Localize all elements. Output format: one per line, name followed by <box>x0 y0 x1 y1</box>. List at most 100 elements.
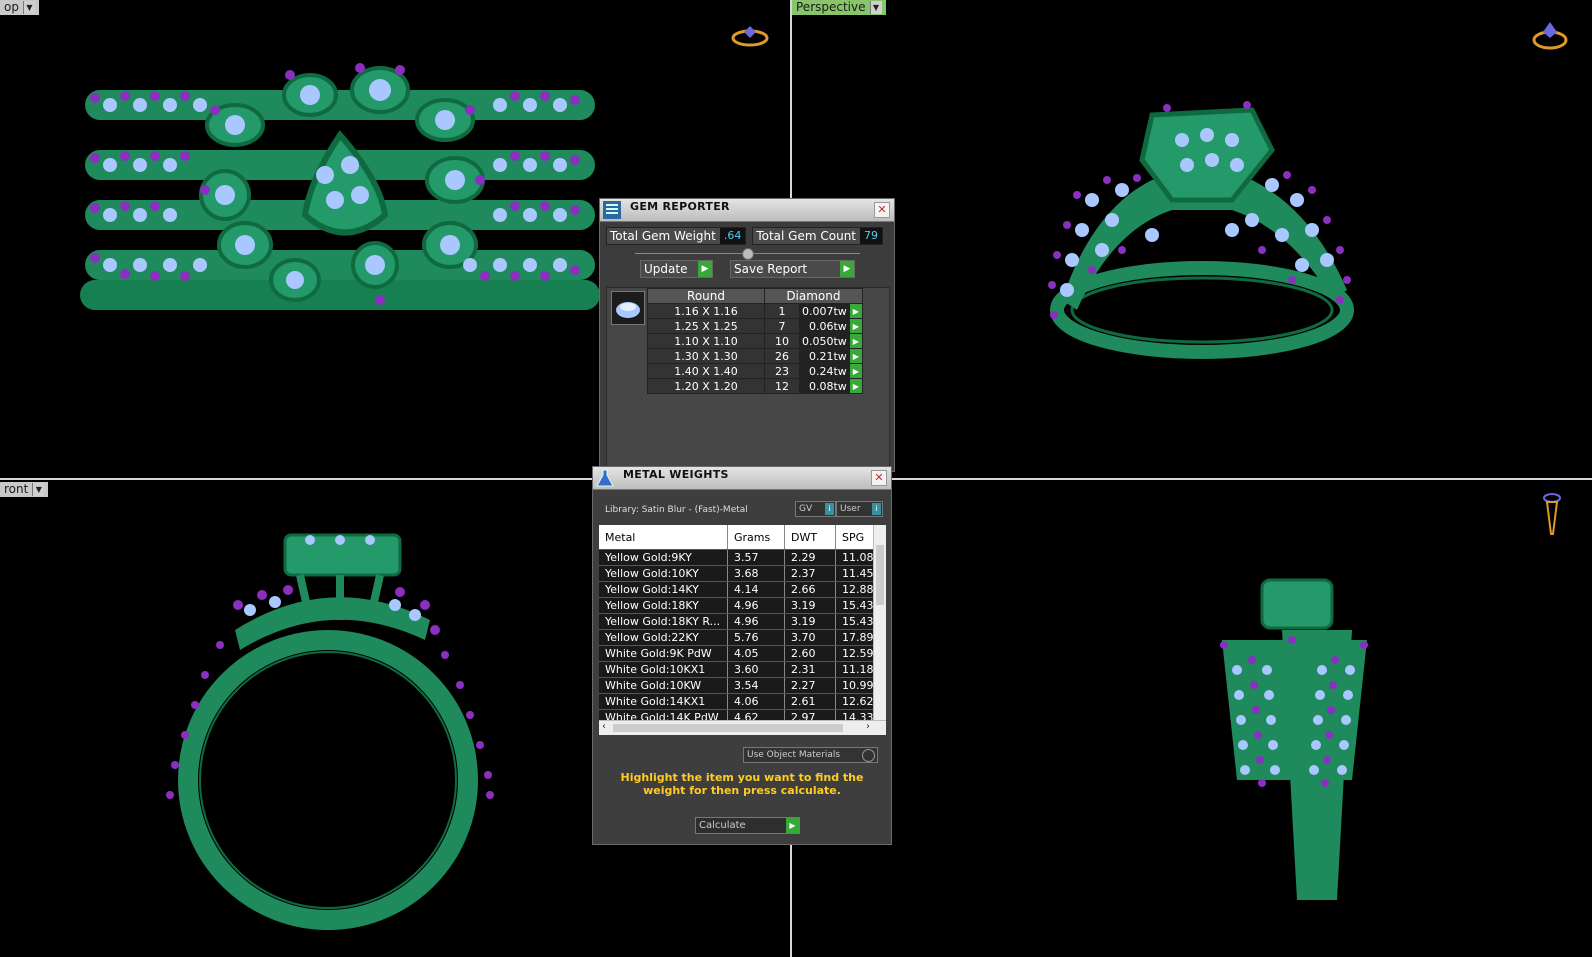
metal-row[interactable]: White Gold:9K PdW 4.05 2.60 12.59 <box>599 645 879 662</box>
gem-reporter-icon <box>603 201 621 219</box>
scroll-left-icon[interactable]: ‹ <box>602 721 606 732</box>
gem-count: 1 <box>764 303 800 319</box>
metal-dwt: 3.19 <box>784 597 836 614</box>
collapse-handle[interactable] <box>742 248 754 260</box>
close-icon[interactable]: ✕ <box>871 470 887 486</box>
view-cube-icon[interactable] <box>1540 490 1564 538</box>
vertical-scrollbar[interactable] <box>873 525 886 721</box>
metal-name: Yellow Gold:18KY R... <box>599 613 728 630</box>
total-gem-weight-value: .64 <box>719 228 746 244</box>
calculate-hint: Highlight the item you want to find the … <box>620 771 864 797</box>
gem-weight: 0.21tw <box>799 348 850 364</box>
gem-reporter-title: GEM REPORTER <box>630 200 730 213</box>
metal-name: White Gold:14KX1 <box>599 693 728 710</box>
front-view-label[interactable]: ront ▼ <box>0 482 49 497</box>
metal-row[interactable]: White Gold:14KX1 4.06 2.61 12.62 <box>599 693 879 710</box>
metal-grams: 4.14 <box>727 581 785 598</box>
gem-row[interactable]: 1.30 X 1.30 26 0.21tw ▶ <box>647 348 863 364</box>
top-view-label[interactable]: op ▼ <box>0 0 39 15</box>
gem-stone-header: Diamond <box>764 288 863 304</box>
metal-dwt: 2.60 <box>784 645 836 662</box>
gem-weight: 0.007tw <box>799 303 850 319</box>
gem-count: 26 <box>764 348 800 364</box>
scroll-thumb[interactable] <box>876 545 884 605</box>
metal-row[interactable]: Yellow Gold:18KY 4.96 3.19 15.43 <box>599 597 879 614</box>
perspective-viewport[interactable] <box>792 0 1592 478</box>
metal-row[interactable]: Yellow Gold:18KY R... 4.96 3.19 15.43 <box>599 613 879 630</box>
gem-reporter-header[interactable]: GEM REPORTER ✕ <box>600 199 894 222</box>
metal-name: White Gold:10KX1 <box>599 661 728 678</box>
gem-row[interactable]: 1.10 X 1.10 10 0.050tw ▶ <box>647 333 863 349</box>
metal-row[interactable]: Yellow Gold:10KY 3.68 2.37 11.45 <box>599 565 879 582</box>
total-gem-count: Total Gem Count 79 <box>752 227 884 245</box>
scroll-right-icon[interactable]: › <box>866 721 870 732</box>
flask-icon <box>596 469 614 487</box>
close-icon[interactable]: ✕ <box>874 202 890 218</box>
column-header-metal[interactable]: Metal <box>599 525 728 550</box>
gem-row[interactable]: 1.20 X 1.20 12 0.08tw ▶ <box>647 378 863 394</box>
metal-row[interactable]: Yellow Gold:14KY 4.14 2.66 12.88 <box>599 581 879 598</box>
view-cube-icon[interactable] <box>1530 18 1570 52</box>
gem-row[interactable]: 1.40 X 1.40 23 0.24tw ▶ <box>647 363 863 379</box>
total-gem-count-value: 79 <box>860 228 883 244</box>
metal-weights-header[interactable]: METAL WEIGHTS ✕ <box>593 467 891 490</box>
metal-dwt: 2.61 <box>784 693 836 710</box>
play-icon[interactable]: ▶ <box>848 303 863 319</box>
play-icon[interactable]: ▶ <box>848 363 863 379</box>
metal-dwt: 2.31 <box>784 661 836 678</box>
chevron-down-icon[interactable]: ▼ <box>869 1 882 14</box>
gem-list: Round Diamond 1.16 X 1.16 1 0.007tw ▶ 1.25 X… <box>606 287 890 467</box>
metal-grams: 4.05 <box>727 645 785 662</box>
metal-name: Yellow Gold:18KY <box>599 597 728 614</box>
metal-dwt: 2.27 <box>784 677 836 694</box>
metal-row[interactable]: Yellow Gold:9KY 3.57 2.29 11.08 <box>599 549 879 566</box>
gv-toggle[interactable]: GV i <box>795 501 836 517</box>
gem-size: 1.10 X 1.10 <box>647 333 765 349</box>
metal-table-header: Metal Grams DWT SPG <box>599 525 879 550</box>
calculate-button[interactable]: Calculate ▶ <box>695 817 800 834</box>
horizontal-scrollbar[interactable]: ‹ › <box>599 720 886 735</box>
perspective-view-label[interactable]: Perspective ▼ <box>792 0 886 15</box>
chevron-down-icon[interactable]: ▼ <box>22 1 35 14</box>
library-label: Library: Satin Blur - (Fast)-Metal <box>605 505 748 515</box>
scroll-thumb[interactable] <box>613 724 843 732</box>
gem-count: 12 <box>764 378 800 394</box>
side-viewport[interactable] <box>792 480 1592 957</box>
gem-totals-row: Total Gem Weight .64 Total Gem Count 79 <box>606 227 884 245</box>
perspective-view-label-text: Perspective <box>796 0 866 14</box>
gem-weight: 0.050tw <box>799 333 850 349</box>
view-cube-icon[interactable] <box>730 24 770 48</box>
radio-icon[interactable] <box>862 749 875 762</box>
save-report-button[interactable]: Save Report ▶ <box>730 260 855 278</box>
gv-toggle-label: GV <box>799 504 813 514</box>
use-object-materials-option[interactable]: Use Object Materials <box>743 747 878 763</box>
metal-grams: 4.96 <box>727 613 785 630</box>
column-header-grams[interactable]: Grams <box>727 525 785 550</box>
gem-count: 10 <box>764 333 800 349</box>
gem-reporter-panel: GEM REPORTER ✕ Total Gem Weight .64 Tota… <box>599 198 895 472</box>
metal-dwt: 3.19 <box>784 613 836 630</box>
metal-row[interactable]: Yellow Gold:22KY 5.76 3.70 17.89 <box>599 629 879 646</box>
play-icon[interactable]: ▶ <box>848 348 863 364</box>
user-toggle[interactable]: User i <box>836 501 883 517</box>
chevron-down-icon[interactable]: ▼ <box>32 483 45 496</box>
metal-row[interactable]: White Gold:10KX1 3.60 2.31 11.18 <box>599 661 879 678</box>
gem-table-header: Round Diamond <box>647 288 863 304</box>
gem-row[interactable]: 1.25 X 1.25 7 0.06tw ▶ <box>647 318 863 334</box>
play-icon[interactable]: ▶ <box>848 378 863 394</box>
total-gem-count-label: Total Gem Count <box>756 229 857 243</box>
column-header-dwt[interactable]: DWT <box>784 525 836 550</box>
play-icon[interactable]: ▶ <box>848 318 863 334</box>
update-button[interactable]: Update ▶ <box>640 260 713 278</box>
gem-size: 1.30 X 1.30 <box>647 348 765 364</box>
gem-size: 1.20 X 1.20 <box>647 378 765 394</box>
play-icon[interactable]: ▶ <box>848 333 863 349</box>
metal-dwt: 2.37 <box>784 565 836 582</box>
gem-row[interactable]: 1.16 X 1.16 1 0.007tw ▶ <box>647 303 863 319</box>
metal-row[interactable]: White Gold:10KW 3.54 2.27 10.99 <box>599 677 879 694</box>
user-toggle-label: User <box>840 504 861 514</box>
metal-table-container[interactable]: Metal Grams DWT SPG Yellow Gold:9KY 3.57 2… <box>599 525 886 735</box>
gem-count: 23 <box>764 363 800 379</box>
metal-grams: 3.54 <box>727 677 785 694</box>
ring-side-view <box>1220 578 1368 900</box>
